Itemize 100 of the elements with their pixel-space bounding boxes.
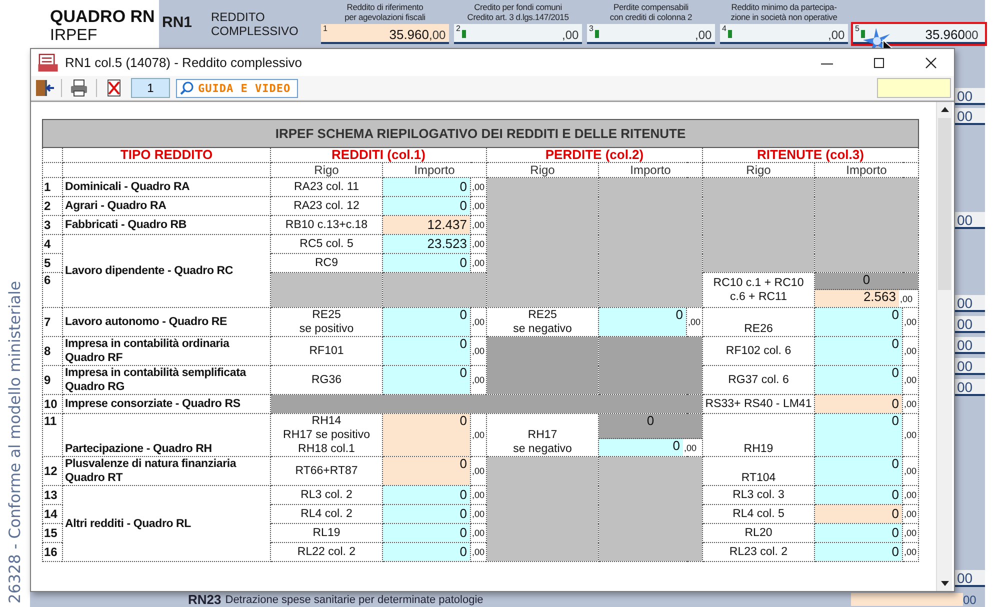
amount-field[interactable]: 0 <box>382 456 470 486</box>
decimals-label: ,00 <box>902 542 918 562</box>
row-number: 1 <box>42 178 62 196</box>
decimals-label: 00 <box>965 28 980 42</box>
decimals-label: 00 <box>955 108 985 125</box>
decimals-label: 00 <box>955 295 985 312</box>
row-number: 14 <box>42 504 62 524</box>
note-field[interactable] <box>877 78 951 98</box>
scroll-down-icon[interactable] <box>940 581 948 586</box>
field-caption: Reddito minimo da partecipa- zione in società non operative <box>730 1 838 24</box>
row-number: 15 <box>42 524 62 542</box>
decimals-label: 00 <box>955 337 985 354</box>
amount-field[interactable]: 0 <box>814 366 902 394</box>
row-number: 16 <box>42 542 62 562</box>
decimals-label: 00 <box>955 212 985 229</box>
income-type: Partecipazione - Quadro RH <box>62 414 270 456</box>
search-icon <box>180 81 194 95</box>
amount-field[interactable]: 5 35.96000 <box>853 24 985 44</box>
decimals-label: ,00 <box>902 308 918 336</box>
decimals-label: ,00 <box>902 456 918 486</box>
amount-field[interactable]: 0 <box>382 414 470 456</box>
amount-field[interactable]: 0 <box>816 274 918 290</box>
amount-field[interactable]: 2 ,00 <box>454 24 582 44</box>
amount-field[interactable]: 1 35.960,00 <box>321 24 449 44</box>
window-title: RN1 col.5 (14078) - Reddito complessivo <box>65 55 303 70</box>
row-number: 10 <box>42 394 62 414</box>
row-number: 13 <box>42 486 62 504</box>
decimals-label: 00 <box>955 570 985 587</box>
amount-field[interactable]: 0 <box>814 456 902 486</box>
amount-field[interactable]: 0 <box>382 542 470 562</box>
field-caption: Credito per fondi comuni Credito art. 3 d.lgs.147/2015 <box>466 1 570 24</box>
printer-icon[interactable] <box>68 78 90 98</box>
income-type: Imprese consorziate - Quadro RS <box>62 394 270 414</box>
row-number: 6 <box>42 272 62 308</box>
amount-field[interactable]: 0 <box>814 524 902 542</box>
amount-field[interactable]: 0 <box>814 414 902 456</box>
amount-field[interactable]: 0 <box>814 504 902 524</box>
line-label: REDDITO COMPLESSIVO <box>211 10 300 38</box>
line-code: RN1 <box>162 14 192 31</box>
amount-field[interactable]: 0 <box>382 178 470 196</box>
amount-field[interactable]: 0 <box>814 542 902 562</box>
amount-field[interactable]: 0 <box>814 486 902 504</box>
amount-field[interactable]: 23.523 <box>382 234 470 254</box>
scroll-up-icon[interactable] <box>940 107 948 112</box>
row-number: 4 <box>42 234 62 254</box>
income-type: Lavoro autonomo - Quadro RE <box>62 308 270 336</box>
decimals-label: ,00 <box>470 414 486 456</box>
field-number: 1 <box>323 24 328 33</box>
income-type: Impresa in contabilità semplificata Quadro RG <box>62 366 270 394</box>
amount-field[interactable]: 0 <box>382 254 470 272</box>
row-number: 2 <box>42 196 62 216</box>
decimals-label: ,00 <box>902 336 918 366</box>
row-number: 5 <box>42 254 62 272</box>
column-heading: TIPO REDDITO <box>62 148 270 162</box>
row-number: 12 <box>42 456 62 486</box>
field-value: 35.960 <box>389 27 429 42</box>
amount-field[interactable]: 0 <box>600 439 683 456</box>
amount-field[interactable]: 0 <box>814 394 902 414</box>
field-number: 5 <box>855 24 860 33</box>
amount-field[interactable]: 0 <box>598 308 686 336</box>
amount-field[interactable]: 12.437 <box>382 216 470 234</box>
amount-field[interactable]: 0 <box>382 196 470 216</box>
decimals-label: 00 <box>955 88 985 105</box>
page-field[interactable]: 1 <box>131 78 170 98</box>
decimals-label: ,00 <box>470 308 486 336</box>
decimals-label: ,00 <box>902 414 918 456</box>
amount-field[interactable]: 0 <box>382 366 470 394</box>
amount-field[interactable]: 0 <box>382 524 470 542</box>
amount-field[interactable]: 0 <box>600 414 702 439</box>
amount-field[interactable]: 4 ,00 <box>720 24 848 44</box>
row-number: 7 <box>42 308 62 336</box>
amount-field[interactable]: 3 ,00 <box>587 24 715 44</box>
vertical-note: 26328 - Conforme al modello ministeriale <box>6 280 24 603</box>
decimals-label: ,00 <box>902 486 918 504</box>
amount-field[interactable]: 0 <box>382 504 470 524</box>
decimals-label: 00 <box>955 379 985 396</box>
amount-field[interactable]: 0 <box>814 308 902 336</box>
decimals-label: ,00 <box>562 28 580 42</box>
amount-field[interactable] <box>851 593 963 606</box>
field-number: 3 <box>589 24 594 33</box>
amount-field[interactable]: 0 <box>382 308 470 336</box>
exit-icon[interactable] <box>33 78 55 98</box>
amount-field[interactable]: 0 <box>814 336 902 366</box>
income-type: Lavoro dipendente - Quadro RC <box>62 234 270 308</box>
amount-field[interactable]: 0 <box>382 336 470 366</box>
decimals-label: ,00 <box>429 28 447 42</box>
income-type: Dominicali - Quadro RA <box>62 178 270 196</box>
app-icon <box>37 52 59 72</box>
field-caption: Reddito di riferimento per agevolazioni fiscali <box>344 1 426 24</box>
income-type: Impresa in contabilità ordinaria Quadro RF <box>62 336 270 366</box>
scrollbar[interactable] <box>936 102 952 591</box>
section-title: QUADRO RN <box>50 7 156 26</box>
amount-field[interactable]: 0 <box>382 486 470 504</box>
decimals-label: 00 <box>963 592 978 606</box>
line-code: RN23 <box>188 592 222 607</box>
line-label: Detrazione spese sanitarie per determinate patologie <box>225 594 484 606</box>
decimals-label: 00 <box>955 358 985 375</box>
decimals-label: ,00 <box>695 28 713 42</box>
amount-field[interactable]: 2.563 <box>816 290 899 306</box>
income-type: Agrari - Quadro RA <box>62 196 270 216</box>
